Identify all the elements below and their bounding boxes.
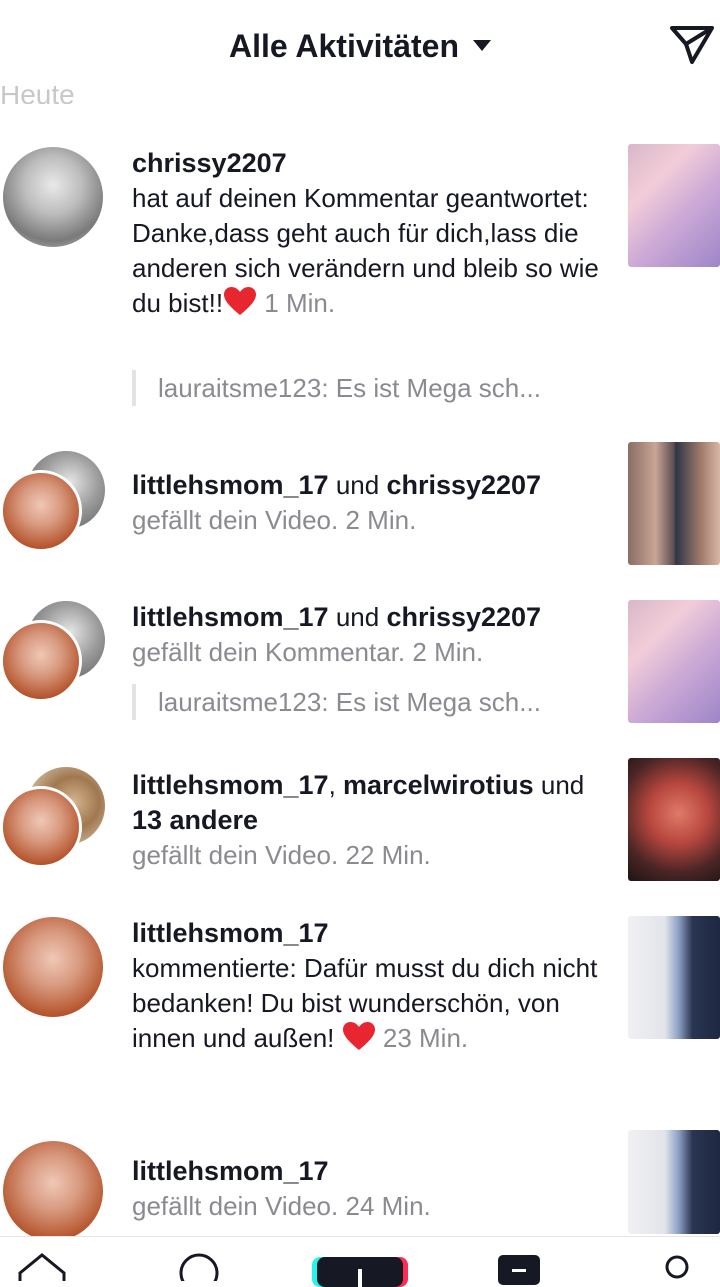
quoted-comment[interactable]: lauraitsme123: Es ist Mega sch... xyxy=(132,370,541,406)
page-title: Alle Aktivitäten xyxy=(229,28,459,64)
create-icon[interactable] xyxy=(312,1257,408,1287)
video-thumbnail[interactable] xyxy=(628,144,720,267)
avatar[interactable] xyxy=(0,1138,106,1244)
conjunction-text: und xyxy=(335,602,380,632)
timestamp: 2 Min. xyxy=(345,505,417,535)
timestamp: 2 Min. xyxy=(412,637,484,667)
username[interactable]: littlehsmom_17 xyxy=(132,602,329,632)
username[interactable]: chrissy2207 xyxy=(386,602,541,632)
video-thumbnail[interactable] xyxy=(628,600,720,723)
video-thumbnail[interactable] xyxy=(628,442,720,565)
avatar[interactable] xyxy=(0,786,82,868)
notification-text: gefällt dein Video. xyxy=(132,840,339,870)
bottom-nav xyxy=(0,1236,720,1287)
activity-filter-dropdown[interactable]: Alle Aktivitäten xyxy=(0,28,720,65)
inbox-icon[interactable] xyxy=(498,1255,540,1285)
quoted-comment[interactable]: lauraitsme123: Es ist Mega sch... xyxy=(132,684,541,720)
username[interactable]: marcelwirotius xyxy=(343,770,534,800)
caret-down-icon xyxy=(472,40,491,52)
username[interactable]: chrissy2207 xyxy=(132,146,612,181)
heart-icon xyxy=(224,287,257,315)
username[interactable]: littlehsmom_17 xyxy=(132,770,329,800)
separator-text: , xyxy=(328,770,336,800)
avatar[interactable] xyxy=(0,620,82,702)
video-thumbnail[interactable] xyxy=(628,1130,720,1234)
home-icon[interactable] xyxy=(16,1251,68,1281)
avatar[interactable] xyxy=(0,144,106,250)
timestamp: 1 Min. xyxy=(264,288,336,318)
avatar[interactable] xyxy=(0,470,82,552)
others-link[interactable]: 13 andere xyxy=(132,803,612,838)
avatar[interactable] xyxy=(0,914,106,1020)
conjunction-text: und xyxy=(540,770,585,800)
timestamp: 22 Min. xyxy=(345,840,431,870)
video-thumbnail[interactable] xyxy=(628,916,720,1039)
notification-text: gefällt dein Kommentar. xyxy=(132,637,406,667)
timestamp: 23 Min. xyxy=(382,1023,469,1053)
notification-text: hat auf deinen Kommentar geantwortet: Da… xyxy=(132,183,599,318)
heart-icon xyxy=(342,1022,375,1050)
notification-text: gefällt dein Video. xyxy=(132,1191,339,1221)
username[interactable]: chrissy2207 xyxy=(386,470,541,500)
profile-icon[interactable] xyxy=(662,1253,692,1281)
notification-text: gefällt dein Video. xyxy=(132,505,339,535)
username[interactable]: littlehsmom_17 xyxy=(132,916,612,951)
timestamp: 24 Min. xyxy=(345,1191,431,1221)
top-bar: Alle Aktivitäten xyxy=(0,0,720,92)
discover-icon[interactable] xyxy=(176,1251,222,1281)
conjunction-text: und xyxy=(335,470,380,500)
direct-message-icon[interactable] xyxy=(668,20,716,68)
section-heading: Heute xyxy=(0,86,75,104)
video-thumbnail[interactable] xyxy=(628,758,720,881)
username[interactable]: littlehsmom_17 xyxy=(132,470,329,500)
username[interactable]: littlehsmom_17 xyxy=(132,1154,612,1189)
